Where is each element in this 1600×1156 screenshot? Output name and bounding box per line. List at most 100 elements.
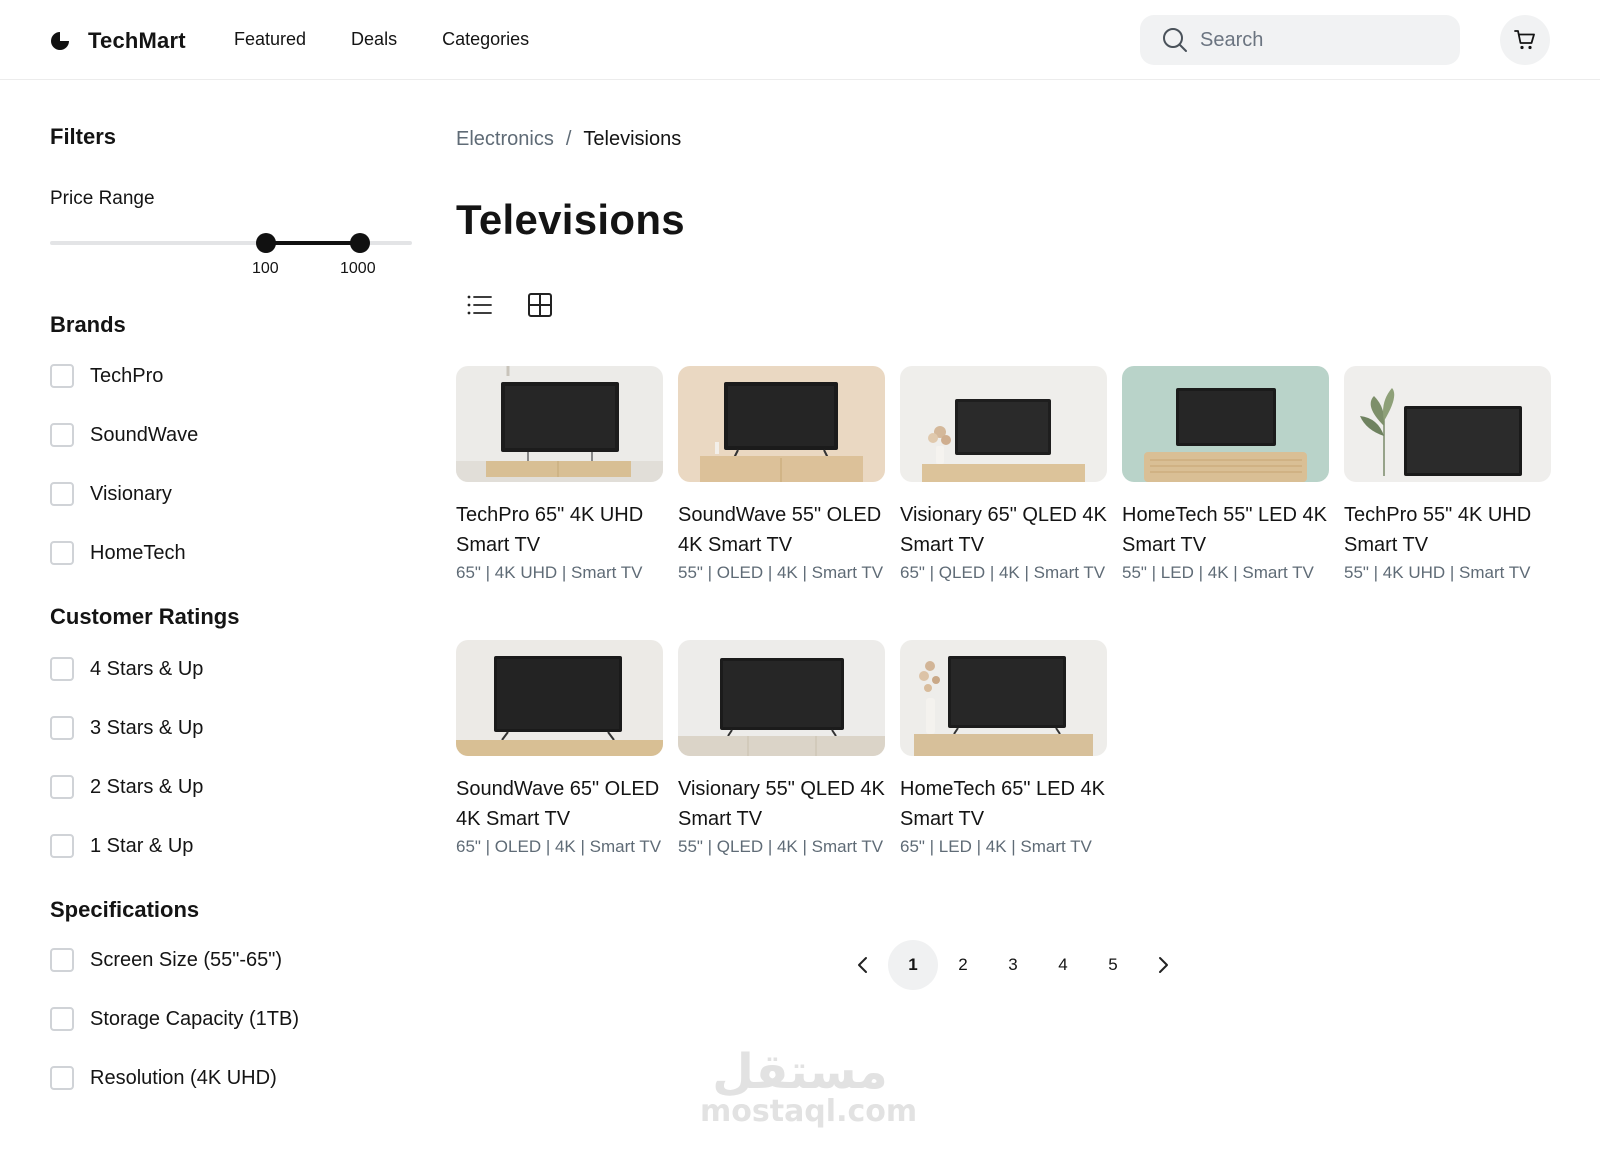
product-name[interactable]: SoundWave 65" OLED 4K Smart TV [456, 774, 663, 834]
filter-rating-4[interactable]: 4 Stars & Up [50, 657, 203, 681]
filter-rating-3[interactable]: 3 Stars & Up [50, 716, 203, 740]
price-range-slider[interactable] [50, 228, 412, 258]
page-3-button[interactable]: 3 [988, 940, 1038, 990]
page-4-button[interactable]: 4 [1038, 940, 1088, 990]
product-card[interactable]: HomeTech 55" LED 4K Smart TV 55" | LED |… [1122, 366, 1329, 586]
slider-max-handle[interactable] [350, 233, 370, 253]
product-card[interactable]: HomeTech 65" LED 4K Smart TV 65" | LED |… [900, 640, 1107, 860]
product-card[interactable]: SoundWave 65" OLED 4K Smart TV 65" | OLE… [456, 640, 663, 860]
filter-label: Screen Size (55"-65") [90, 948, 283, 971]
breadcrumb-electronics[interactable]: Electronics [456, 128, 554, 151]
slider-min-handle[interactable] [256, 233, 276, 253]
checkbox[interactable] [50, 364, 74, 388]
price-min-value: 100 [252, 260, 279, 277]
list-view-icon[interactable] [466, 291, 494, 319]
product-card[interactable]: TechPro 55" 4K UHD Smart TV 55" | 4K UHD… [1344, 366, 1551, 586]
filter-screen-size[interactable]: Screen Size (55"-65") [50, 948, 282, 972]
tv-image [678, 366, 885, 482]
product-name[interactable]: HomeTech 65" LED 4K Smart TV [900, 774, 1107, 834]
breadcrumb: Electronics / Televisions [456, 128, 681, 151]
page-5-button[interactable]: 5 [1088, 940, 1138, 990]
filter-label: 3 Stars & Up [90, 716, 204, 739]
cart-icon [1514, 30, 1535, 50]
breadcrumb-current: Televisions [583, 128, 682, 150]
product-name[interactable]: TechPro 65" 4K UHD Smart TV [456, 500, 663, 560]
checkbox[interactable] [50, 1007, 74, 1031]
product-name[interactable]: Visionary 55" QLED 4K Smart TV [678, 774, 885, 834]
search-input[interactable] [1200, 28, 1430, 52]
next-page-button[interactable] [1138, 940, 1188, 990]
search-box[interactable] [1140, 15, 1460, 65]
brand-logo[interactable]: TechMart [50, 28, 186, 54]
tv-image [1122, 366, 1329, 482]
filter-label: 2 Stars & Up [90, 775, 204, 798]
product-specs: 55" | QLED | 4K | Smart TV [678, 837, 884, 856]
product-card[interactable]: TechPro 65" 4K UHD Smart TV 65" | 4K UHD… [456, 366, 663, 586]
nav-deals[interactable]: Deals [351, 29, 397, 50]
main-nav: Featured Deals Categories [234, 29, 529, 50]
tv-image [1344, 366, 1551, 482]
product-name[interactable]: SoundWave 55" OLED 4K Smart TV [678, 500, 885, 560]
product-card[interactable]: Visionary 55" QLED 4K Smart TV 55" | QLE… [678, 640, 885, 860]
prev-page-button[interactable] [838, 940, 888, 990]
product-image[interactable] [1344, 366, 1551, 482]
product-specs: 65" | OLED | 4K | Smart TV [456, 837, 662, 856]
product-specs: 55" | 4K UHD | Smart TV [1344, 563, 1531, 582]
top-header: TechMart Featured Deals Categories [0, 0, 1600, 80]
ratings-title: Customer Ratings [50, 604, 240, 629]
product-specs: 65" | LED | 4K | Smart TV [900, 837, 1092, 856]
filter-brand-techpro[interactable]: TechPro [50, 364, 163, 388]
page-1-button[interactable]: 1 [888, 940, 938, 990]
product-image[interactable] [456, 640, 663, 756]
product-card[interactable]: Visionary 65" QLED 4K Smart TV 65" | QLE… [900, 366, 1107, 586]
checkbox[interactable] [50, 482, 74, 506]
product-image[interactable] [678, 640, 885, 756]
checkbox[interactable] [50, 716, 74, 740]
logo-icon [51, 32, 69, 50]
filter-rating-1[interactable]: 1 Star & Up [50, 834, 193, 858]
product-image[interactable] [900, 366, 1107, 482]
filter-rating-2[interactable]: 2 Stars & Up [50, 775, 203, 799]
filter-label: 1 Star & Up [90, 834, 194, 857]
filter-label: Resolution (4K UHD) [90, 1066, 277, 1089]
tv-image [900, 366, 1107, 482]
product-specs: 55" | OLED | 4K | Smart TV [678, 563, 884, 582]
product-card[interactable]: SoundWave 55" OLED 4K Smart TV 55" | OLE… [678, 366, 885, 586]
slider-selected-range [266, 241, 360, 245]
product-image[interactable] [900, 640, 1107, 756]
product-name[interactable]: Visionary 65" QLED 4K Smart TV [900, 500, 1107, 560]
nav-categories[interactable]: Categories [442, 29, 529, 50]
checkbox[interactable] [50, 948, 74, 972]
filter-brand-hometech[interactable]: HomeTech [50, 541, 186, 565]
filter-storage-capacity[interactable]: Storage Capacity (1TB) [50, 1007, 299, 1031]
checkbox[interactable] [50, 657, 74, 681]
product-image[interactable] [678, 366, 885, 482]
filter-resolution[interactable]: Resolution (4K UHD) [50, 1066, 277, 1090]
page-2-button[interactable]: 2 [938, 940, 988, 990]
tv-image [678, 640, 885, 756]
search-icon [1163, 28, 1187, 52]
watermark: مستقل mostaql.com [700, 1044, 917, 1128]
filters-title: Filters [50, 124, 117, 149]
watermark-arabic: مستقل [712, 1044, 888, 1100]
filter-brand-visionary[interactable]: Visionary [50, 482, 172, 506]
nav-featured[interactable]: Featured [234, 29, 306, 50]
checkbox[interactable] [50, 775, 74, 799]
checkbox[interactable] [50, 1066, 74, 1090]
price-range-label: Price Range [50, 188, 155, 209]
product-image[interactable] [456, 366, 663, 482]
filter-brand-soundwave[interactable]: SoundWave [50, 423, 198, 447]
product-image[interactable] [1122, 366, 1329, 482]
product-specs: 65" | QLED | 4K | Smart TV [900, 563, 1106, 582]
checkbox[interactable] [50, 834, 74, 858]
checkbox[interactable] [50, 541, 74, 565]
grid-view-icon[interactable] [526, 291, 554, 319]
page-title: Televisions [456, 196, 685, 243]
chevron-left-icon [858, 957, 867, 973]
product-name[interactable]: HomeTech 55" LED 4K Smart TV [1122, 500, 1329, 560]
checkbox[interactable] [50, 423, 74, 447]
specifications-title: Specifications [50, 897, 200, 922]
product-name[interactable]: TechPro 55" 4K UHD Smart TV [1344, 500, 1551, 560]
brand-name: TechMart [88, 28, 186, 53]
cart-button[interactable] [1500, 15, 1550, 65]
